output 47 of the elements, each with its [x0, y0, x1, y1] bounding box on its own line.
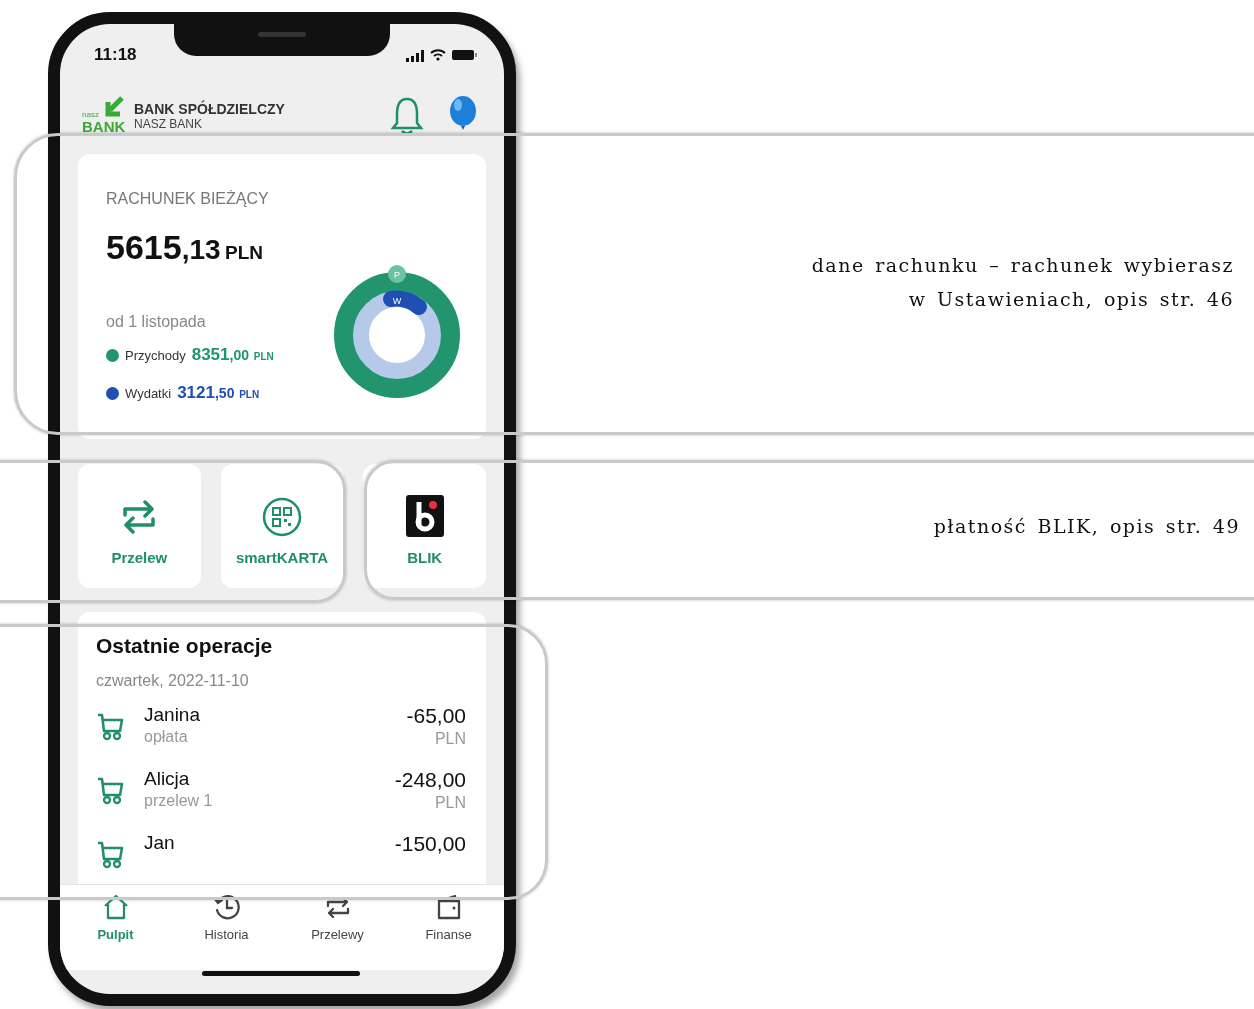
- transfer-tile[interactable]: Przelew: [78, 464, 201, 588]
- donut-label: W: [392, 296, 402, 306]
- cart-icon: [96, 712, 124, 742]
- annotation-text: dane rachunku – rachunek wybierasz: [811, 254, 1234, 276]
- operation-name: Alicja: [144, 768, 191, 790]
- transfer-arrows-icon: [121, 497, 158, 537]
- period-label: od 1 listopada: [106, 313, 207, 331]
- signal-icon: [406, 48, 424, 62]
- nav-tab[interactable]: Finanse: [403, 893, 494, 949]
- operation-currency: PLN: [434, 794, 466, 812]
- blik-tile[interactable]: BLIK: [363, 464, 486, 588]
- legend-amount: 8351,00 PLN: [191, 345, 274, 365]
- operation-name: Jan: [144, 832, 176, 854]
- qr-tile[interactable]: smartKARTA: [220, 464, 344, 588]
- operation-amount: -65,00: [406, 704, 466, 728]
- annotation-text: płatność BLIK, opis str. 49: [933, 515, 1240, 537]
- bank-logo: nasz BANK: [82, 96, 124, 136]
- operation-type: przelew 1: [144, 792, 214, 810]
- nav-tab[interactable]: Historia: [181, 893, 272, 949]
- status-time: 11:18: [94, 45, 137, 65]
- section-title: Ostatnie operacje: [96, 634, 274, 658]
- wifi-icon: [430, 49, 446, 61]
- blik-logo-icon: [405, 495, 444, 537]
- operation-name: Janina: [144, 704, 201, 726]
- cart-icon: [96, 840, 124, 870]
- nav-tab[interactable]: Przelewy: [292, 893, 383, 949]
- cart-icon: [96, 776, 124, 806]
- battery-icon: [452, 50, 478, 60]
- operation-currency: PLN: [434, 730, 466, 748]
- annotation-text: w Ustawieniach, opis str. 46: [908, 288, 1234, 310]
- account-balance: 5615,13 PLN: [106, 228, 265, 267]
- operation-amount: -150,00: [394, 832, 466, 856]
- operation-amount: -248,00: [394, 768, 466, 792]
- account-card[interactable]: RACHUNEK BIEŻĄCY 5615,13 PLN od 1 listopada Przychody 8351,00 PLN Wydatki 3121,50 PLN P W: [78, 154, 486, 439]
- legend-label: Przychody: [125, 348, 186, 363]
- bell-icon[interactable]: [390, 96, 424, 136]
- legend-amount: 3121,50 PLN: [177, 383, 260, 403]
- bank-name: BANK SPÓŁDZIELCZY: [134, 101, 286, 117]
- donut-label: P: [394, 270, 400, 280]
- legend-label: Wydatki: [125, 386, 172, 401]
- qr-code-icon: [262, 497, 302, 537]
- operation-type: opłata: [144, 728, 189, 746]
- bank-subname: NASZ BANK: [134, 117, 203, 131]
- account-title: RACHUNEK BIEŻĄCY: [106, 190, 270, 208]
- date-label: czwartek, 2022-11-10: [96, 672, 250, 690]
- nav-tab[interactable]: Pulpit: [70, 893, 161, 949]
- history-icon: [212, 893, 241, 921]
